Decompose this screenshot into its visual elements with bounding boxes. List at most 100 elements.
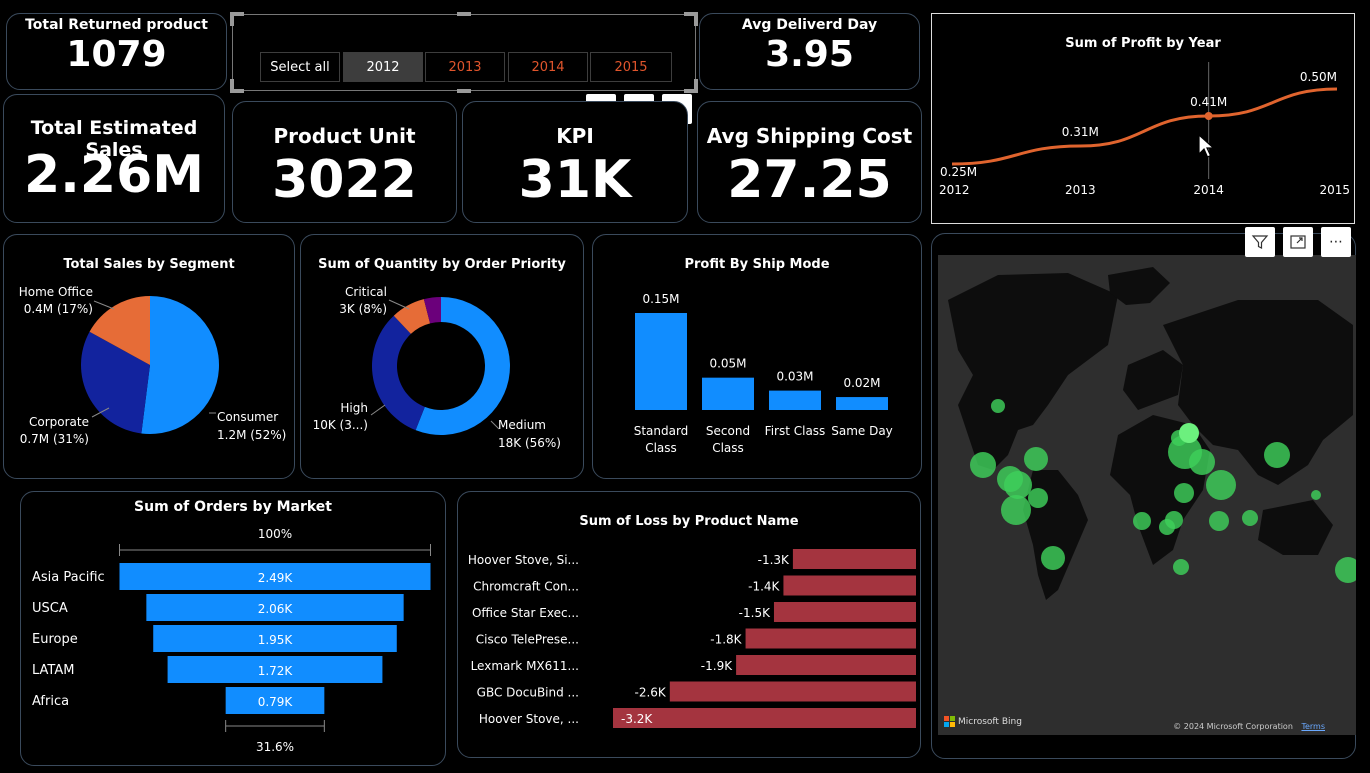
data-label: 2.06K <box>258 602 294 616</box>
mouse-cursor-icon <box>1198 134 1216 158</box>
x-tick-label: Same Day <box>831 424 893 438</box>
data-label: 0.03M <box>776 370 813 384</box>
kpi-title: Avg Deliverd Day <box>741 17 878 33</box>
data-label: -1.8K <box>710 633 742 647</box>
data-label: 0.02M <box>843 376 880 390</box>
location-bubble <box>1004 471 1032 499</box>
profit-by-year-card: Sum of Profit by Year 0.25M 0.31M 0.41M 0.5… <box>931 13 1355 224</box>
location-bubble <box>1159 519 1175 535</box>
data-label: 10K (3...) <box>313 418 368 432</box>
bar <box>736 655 916 675</box>
sales-by-segment-card: Total Sales by Segment Consumer 1.2M (52%… <box>3 234 295 479</box>
location-bubble <box>1041 546 1065 570</box>
bar <box>792 549 916 569</box>
bottom-percent-label: 31.6% <box>256 740 294 754</box>
kpi-value: 2.26M <box>23 145 205 205</box>
y-tick-label: GBC DocuBind ... <box>477 686 579 700</box>
data-label: 1.2M (52%) <box>217 428 286 442</box>
slicer-select-all[interactable]: Select all <box>260 52 340 82</box>
legend-category: Medium <box>498 418 546 432</box>
loss-by-product-card: Sum of Loss by Product Name -1.3K Hoover … <box>457 491 921 758</box>
location-bubble <box>970 452 996 478</box>
data-label: 0.31M <box>1062 125 1099 139</box>
market-funnel-chart: 100% 2.49K Asia Pacific 2.06K USCA 1.95K Europ… <box>32 527 431 754</box>
bar <box>669 681 916 702</box>
kpi-card-avg-delivered: Avg Deliverd Day 3.95 <box>699 13 920 90</box>
y-tick-label: Asia Pacific <box>32 570 105 585</box>
resize-handle[interactable] <box>230 79 234 93</box>
location-bubble <box>1209 511 1229 531</box>
y-tick-label: LATAM <box>32 663 74 678</box>
y-tick-label: Hoover Stove, Si... <box>468 553 579 567</box>
bar <box>783 575 916 596</box>
filter-icon[interactable] <box>1245 227 1275 257</box>
map-copyright: © 2024 Microsoft Corporation Terms <box>1173 722 1325 731</box>
top-percent-label: 100% <box>258 527 292 541</box>
bing-label: Microsoft Bing <box>958 716 1022 727</box>
resize-handle[interactable] <box>694 79 698 93</box>
more-options-icon[interactable]: ⋯ <box>1321 227 1351 257</box>
world-map[interactable] <box>938 255 1356 735</box>
kpi-value: 31K <box>518 150 632 210</box>
bar <box>613 708 916 728</box>
ship-mode-bar-chart: 0.15M Standard Class 0.05M Second Class 0.03M F… <box>634 292 893 455</box>
location-bubble <box>1001 495 1031 525</box>
leader-line <box>370 404 386 416</box>
legend-category: Corporate <box>29 415 89 429</box>
copyright-text: © 2024 Microsoft Corporation <box>1173 722 1293 731</box>
data-label: -3.2K <box>621 712 653 726</box>
segment-pie-chart: Consumer 1.2M (52%) Corporate 0.7M (31%) Hom… <box>19 285 287 446</box>
slicer-year-2015[interactable]: 2015 <box>590 52 672 82</box>
data-label: -1.3K <box>758 553 790 567</box>
kpi-title: Avg Shipping Cost <box>706 124 913 148</box>
data-label: 2.49K <box>258 571 294 585</box>
y-tick-label: Africa <box>32 694 69 709</box>
legend-category: Home Office <box>19 285 93 299</box>
slicer-year-2014[interactable]: 2014 <box>508 52 588 82</box>
bar <box>836 397 888 410</box>
x-tick-label: First Class <box>765 424 826 438</box>
profit-line-chart: 0.25M 0.31M 0.41M 0.50M 2012 2013 2014 2015 <box>939 62 1350 197</box>
y-tick-label: Hoover Stove, ... <box>479 712 579 726</box>
kpi-title: Product Unit <box>273 124 416 148</box>
x-tick-label: 2014 <box>1193 183 1224 197</box>
kpi-value: 3.95 <box>765 34 854 75</box>
x-tick-label: 2015 <box>1319 183 1350 197</box>
x-tick-label: 2013 <box>1065 183 1096 197</box>
y-tick-label: Chromcraft Con... <box>473 580 579 594</box>
kpi-card-kpi: KPI 31K <box>462 101 688 223</box>
resize-handle[interactable] <box>694 12 698 26</box>
kpi-card-avg-shipping: Avg Shipping Cost 27.25 <box>697 101 922 223</box>
location-bubble <box>1179 423 1199 443</box>
y-tick-label: Lexmark MX611... <box>471 659 579 673</box>
x-tick-label: Second <box>706 424 750 438</box>
y-tick-label: Cisco TelePrese... <box>476 633 579 647</box>
quantity-by-priority-card: Sum of Quantity by Order Priority Medium… <box>300 234 584 479</box>
focus-mode-icon[interactable] <box>1283 227 1313 257</box>
resize-handle[interactable] <box>457 12 471 16</box>
resize-handle[interactable] <box>230 12 234 26</box>
leader-line <box>93 300 115 310</box>
location-bubble <box>1173 559 1189 575</box>
bar <box>773 602 916 622</box>
data-label: 18K (56%) <box>498 436 561 450</box>
kpi-title: Total Returned product <box>25 17 208 33</box>
data-label: 0.4M (17%) <box>24 302 93 316</box>
location-bubble <box>1264 442 1290 468</box>
data-label: 1.95K <box>258 633 294 647</box>
data-label: 0.15M <box>642 292 679 306</box>
location-bubble <box>1189 449 1215 475</box>
data-label: -1.9K <box>701 659 733 673</box>
windows-logo-icon <box>944 716 955 727</box>
data-label: 3K (8%) <box>339 302 387 316</box>
data-label: 0.50M <box>1300 70 1337 84</box>
bar <box>745 628 916 649</box>
slicer-year-2013[interactable]: 2013 <box>425 52 505 82</box>
resize-handle[interactable] <box>457 89 471 93</box>
terms-link[interactable]: Terms <box>1301 722 1325 731</box>
data-label: 0.41M <box>1190 95 1227 109</box>
slicer-year-2012[interactable]: 2012 <box>343 52 423 82</box>
kpi-value: 3022 <box>272 150 417 210</box>
map-card: Microsoft Bing © 2024 Microsoft Corporat… <box>931 233 1356 759</box>
y-tick-label: Europe <box>32 632 78 647</box>
